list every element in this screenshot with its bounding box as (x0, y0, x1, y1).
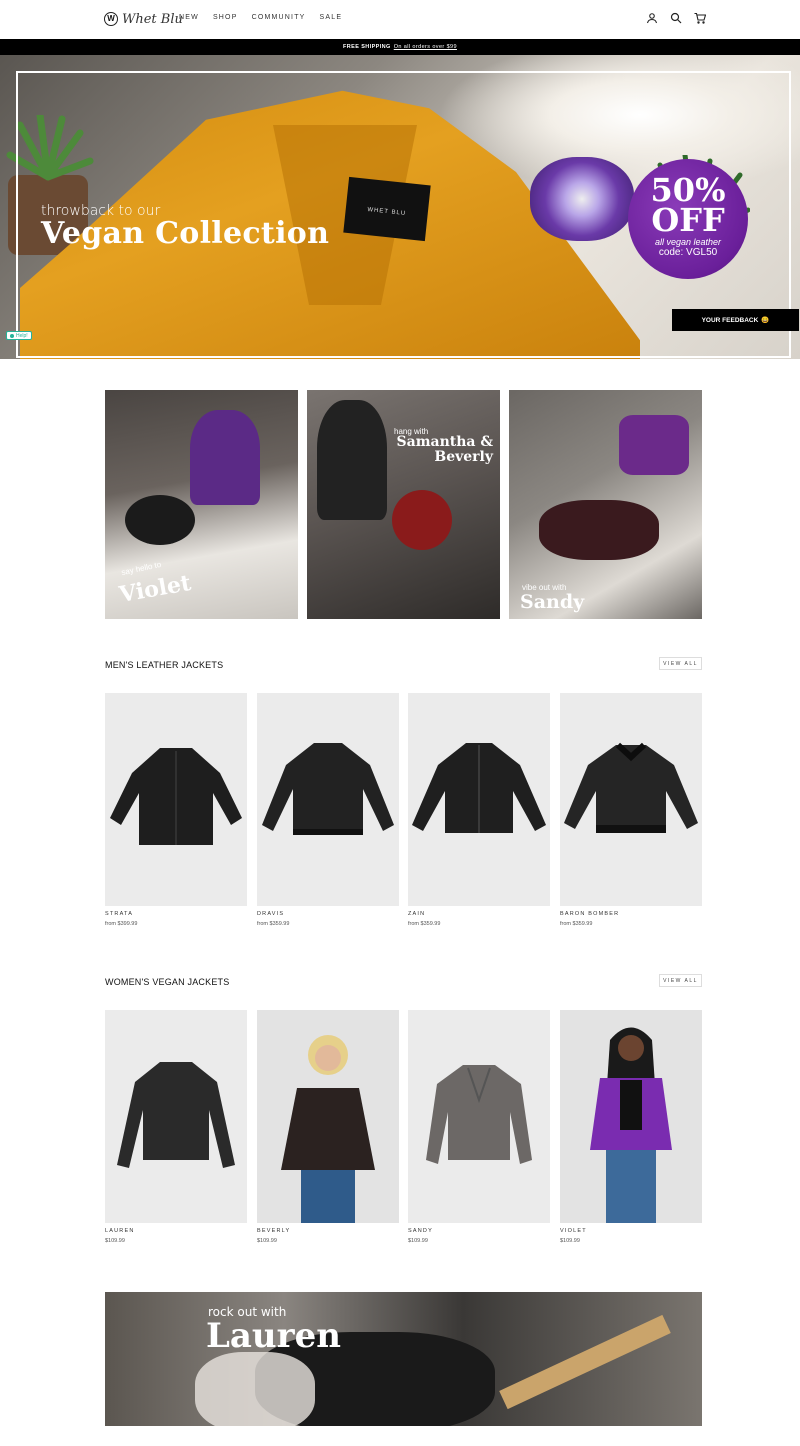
jacket-icon (110, 748, 242, 845)
jacket-icon (564, 742, 698, 833)
announcement-link[interactable]: On all orders over $99 (394, 44, 457, 50)
guitar-figure (499, 1314, 671, 1410)
product-name[interactable]: STRATA (105, 911, 247, 917)
promo-banner-lauren[interactable] (105, 1292, 702, 1426)
announcement-label: FREE SHIPPING (343, 44, 391, 50)
product-image[interactable] (105, 1010, 247, 1223)
product-name[interactable]: VIOLET (560, 1228, 702, 1234)
smile-icon: 😀 (761, 317, 770, 324)
help-widget[interactable]: Help! (6, 331, 32, 340)
section-title-womens: WOMEN'S VEGAN JACKETS (105, 977, 230, 987)
product-image[interactable] (560, 1010, 702, 1223)
person-figure (190, 410, 260, 505)
purple-jacket-figure (619, 415, 689, 475)
feedback-button[interactable]: YOUR FEEDBACK 😀 (672, 309, 799, 331)
product-image[interactable] (257, 693, 399, 906)
product-card[interactable]: ZAIN from $359.99 (408, 693, 550, 927)
product-price: $109.99 (105, 1238, 125, 1244)
product-image[interactable] (257, 1010, 399, 1223)
logo[interactable]: W Whet Blu (104, 10, 183, 28)
search-icon[interactable] (670, 12, 682, 24)
person-figure (317, 400, 387, 520)
product-name[interactable]: LAUREN (105, 1228, 247, 1234)
product-card[interactable]: STRATA from $399.99 (105, 693, 247, 927)
nav-item-sale[interactable]: SALE (320, 14, 343, 21)
product-name[interactable]: ZAIN (408, 911, 550, 917)
product-name[interactable]: BEVERLY (257, 1228, 399, 1234)
feedback-label: YOUR FEEDBACK (701, 316, 759, 324)
product-card[interactable]: SANDY $109.99 (408, 1010, 550, 1244)
product-card[interactable]: LAUREN $109.99 (105, 1010, 247, 1244)
product-price: from $399.99 (105, 921, 138, 927)
product-name[interactable]: DRAVIS (257, 911, 399, 917)
jacket-icon (426, 1065, 532, 1164)
model-figure-icon (281, 1035, 375, 1223)
product-price: $109.99 (257, 1238, 277, 1244)
lifestyle-tile-samantha-beverly[interactable]: hang with Samantha & Beverly (307, 390, 500, 619)
jacket-icon (117, 1062, 235, 1168)
product-image[interactable] (105, 693, 247, 906)
lifestyle-tile-violet[interactable]: say hello to Violet (105, 390, 298, 619)
cart-icon[interactable] (694, 12, 706, 24)
view-all-button-womens[interactable]: VIEW ALL (659, 974, 702, 987)
product-card[interactable]: DRAVIS from $359.99 (257, 693, 399, 927)
product-name[interactable]: BARON BOMBER (560, 911, 702, 917)
main-nav: NEW SHOP COMMUNITY SALE (179, 14, 342, 21)
badge-code: code: VGL50 (658, 247, 718, 258)
jacket-icon (412, 743, 546, 833)
product-price: $109.99 (408, 1238, 428, 1244)
section-title-mens: MEN'S LEATHER JACKETS (105, 660, 224, 670)
header-icons (646, 12, 706, 24)
product-image[interactable] (408, 693, 550, 906)
product-price: from $359.99 (408, 921, 441, 927)
product-card[interactable]: BARON BOMBER from $359.99 (560, 693, 702, 927)
chat-icon (10, 333, 14, 338)
product-card[interactable]: VIOLET $109.99 (560, 1010, 702, 1244)
product-price: from $359.99 (560, 921, 593, 927)
nav-item-new[interactable]: NEW (179, 14, 199, 21)
tile-big-text: Sandy (520, 591, 585, 613)
discount-badge: 50% OFF all vegan leather code: VGL50 (628, 159, 748, 279)
jacket-icon (262, 743, 394, 835)
guitar-figure (392, 490, 452, 550)
lifestyle-tile-sandy[interactable]: vibe out with Sandy (509, 390, 702, 619)
record-disc (125, 495, 195, 545)
product-card[interactable]: BEVERLY $109.99 (257, 1010, 399, 1244)
rug-decor (195, 1352, 315, 1426)
product-price: $109.99 (560, 1238, 580, 1244)
nav-item-shop[interactable]: SHOP (213, 14, 238, 21)
model-figure-icon (590, 1027, 672, 1223)
announcement-bar: FREE SHIPPING On all orders over $99 (0, 39, 800, 55)
product-image[interactable] (560, 693, 702, 906)
product-price: from $359.99 (257, 921, 290, 927)
banner-title: Lauren (206, 1316, 341, 1356)
badge-off: OFF (651, 201, 725, 239)
nav-item-community[interactable]: COMMUNITY (252, 14, 306, 21)
tile-big-text: Samantha & Beverly (396, 434, 493, 465)
help-label: Help! (16, 332, 28, 339)
product-name[interactable]: SANDY (408, 1228, 550, 1234)
product-image[interactable] (408, 1010, 550, 1223)
person-figure (539, 500, 659, 560)
account-icon[interactable] (646, 12, 658, 24)
badge-line: all vegan leather (654, 237, 722, 247)
hero-title: Vegan Collection (41, 216, 330, 251)
logo-mark: W (104, 12, 118, 26)
site-header: W Whet Blu NEW SHOP COMMUNITY SALE (0, 0, 800, 39)
logo-text: Whet Blu (122, 11, 183, 27)
view-all-button-mens[interactable]: VIEW ALL (659, 657, 702, 670)
